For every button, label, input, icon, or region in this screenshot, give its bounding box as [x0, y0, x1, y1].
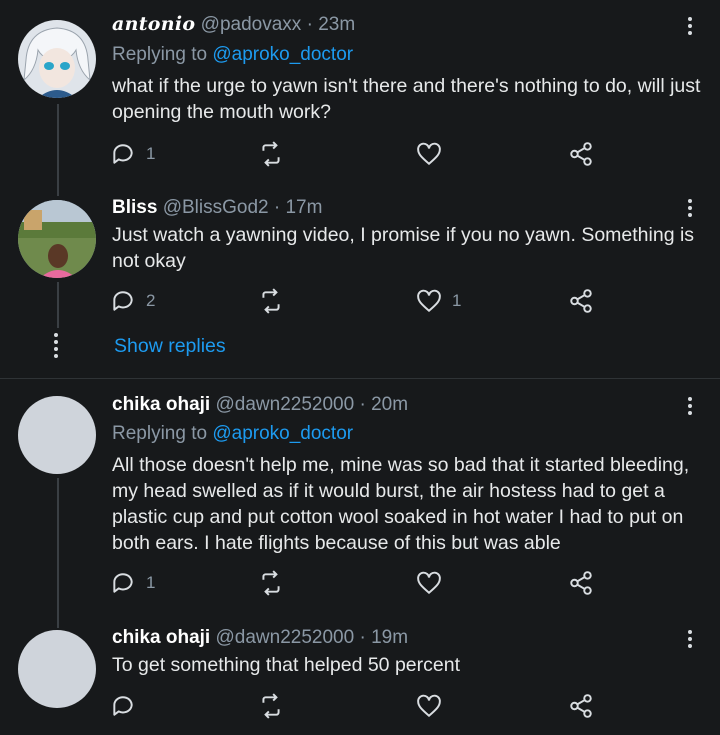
tweet-header: chika ohaji @dawn2252000 · 19m: [112, 626, 408, 650]
like-icon: [417, 289, 441, 313]
replying-to: Replying to @aproko_doctor: [112, 43, 353, 67]
like-button[interactable]: 1: [416, 287, 461, 315]
like-button[interactable]: [416, 692, 442, 720]
timestamp[interactable]: 17m: [285, 197, 322, 218]
retweet-button[interactable]: [258, 692, 284, 720]
thread-line: [57, 478, 59, 628]
reply-icon: [113, 573, 133, 593]
share-button[interactable]: [568, 287, 594, 315]
reply-icon: [113, 291, 133, 311]
tweet-text: All those doesn't help me, mine was so b…: [112, 454, 690, 554]
reply-count: 2: [146, 291, 156, 310]
replying-to-handle[interactable]: @aproko_doctor: [212, 423, 353, 444]
thread-line: [57, 104, 59, 196]
retweet-icon: [262, 141, 280, 167]
thread-more-dots: [54, 333, 58, 358]
reply-icon: [113, 696, 133, 716]
show-replies-link[interactable]: Show replies: [114, 335, 226, 358]
replying-to-label: Replying to: [112, 44, 208, 65]
retweet-button[interactable]: [258, 569, 284, 597]
more-icon[interactable]: [680, 196, 700, 220]
user-handle[interactable]: @dawn2252000: [215, 627, 354, 648]
avatar-chika[interactable]: [18, 396, 96, 474]
reply-button[interactable]: [110, 692, 136, 720]
tweet-actions: 1: [110, 140, 610, 168]
replying-to-handle[interactable]: @aproko_doctor: [212, 44, 353, 65]
tweet-actions: 1: [110, 569, 610, 597]
share-icon: [570, 142, 592, 166]
share-button[interactable]: [568, 140, 594, 168]
reply-count: 1: [146, 144, 156, 163]
display-name[interactable]: chika ohaji: [112, 394, 210, 415]
more-icon[interactable]: [680, 627, 700, 651]
share-icon: [570, 571, 592, 595]
divider: [0, 378, 720, 379]
share-icon: [570, 289, 592, 313]
more-icon[interactable]: [680, 394, 700, 418]
share-icon: [570, 694, 592, 718]
timestamp[interactable]: 20m: [371, 394, 408, 415]
retweet-icon: [262, 570, 280, 596]
timestamp[interactable]: 23m: [318, 14, 355, 35]
tweet-actions: 2 1: [110, 287, 610, 315]
display-name[interactable]: antonio: [112, 13, 195, 35]
retweet-button[interactable]: [258, 287, 284, 315]
separator-dot: ·: [359, 627, 366, 648]
separator-dot: ·: [273, 197, 281, 218]
avatar-chika[interactable]: [18, 630, 96, 708]
like-icon: [417, 142, 441, 166]
share-button[interactable]: [568, 692, 594, 720]
like-icon: [417, 694, 441, 718]
reply-button[interactable]: 1: [110, 140, 155, 168]
like-icon: [417, 571, 441, 595]
display-name[interactable]: chika ohaji: [112, 627, 210, 648]
tweet-text: To get something that helped 50 percent: [112, 654, 460, 676]
user-handle[interactable]: @padovaxx: [201, 14, 302, 35]
retweet-icon: [262, 288, 280, 314]
separator-dot: ·: [306, 14, 313, 35]
retweet-button[interactable]: [258, 140, 284, 168]
timestamp[interactable]: 19m: [371, 627, 408, 648]
separator-dot: ·: [359, 394, 366, 415]
avatar-bliss[interactable]: [18, 200, 96, 278]
replying-to-label: Replying to: [112, 423, 208, 444]
tweet-text: Just watch a yawning video, I promise if…: [112, 224, 695, 272]
share-button[interactable]: [568, 569, 594, 597]
tweet-header: Bliss @BlissGod2 · 17m: [112, 196, 322, 220]
reply-icon: [113, 144, 133, 164]
reply-button[interactable]: 2: [110, 287, 155, 315]
reply-button[interactable]: 1: [110, 569, 155, 597]
like-button[interactable]: [416, 569, 442, 597]
user-handle[interactable]: @BlissGod2: [163, 197, 269, 218]
tweet-actions: [110, 692, 610, 720]
display-name[interactable]: Bliss: [112, 197, 157, 218]
thread-line: [57, 282, 59, 328]
like-button[interactable]: [416, 140, 452, 168]
reply-count: 1: [146, 573, 156, 592]
more-icon[interactable]: [680, 14, 700, 38]
tweet-text: what if the urge to yawn isn't there and…: [112, 75, 701, 123]
like-count: 1: [452, 291, 462, 310]
tweet-header: antonio @padovaxx · 23m: [112, 12, 355, 37]
avatar-antonio[interactable]: [18, 20, 96, 98]
replying-to: Replying to @aproko_doctor: [112, 422, 353, 446]
retweet-icon: [262, 693, 280, 719]
user-handle[interactable]: @dawn2252000: [215, 394, 354, 415]
tweet-header: chika ohaji @dawn2252000 · 20m: [112, 393, 408, 417]
